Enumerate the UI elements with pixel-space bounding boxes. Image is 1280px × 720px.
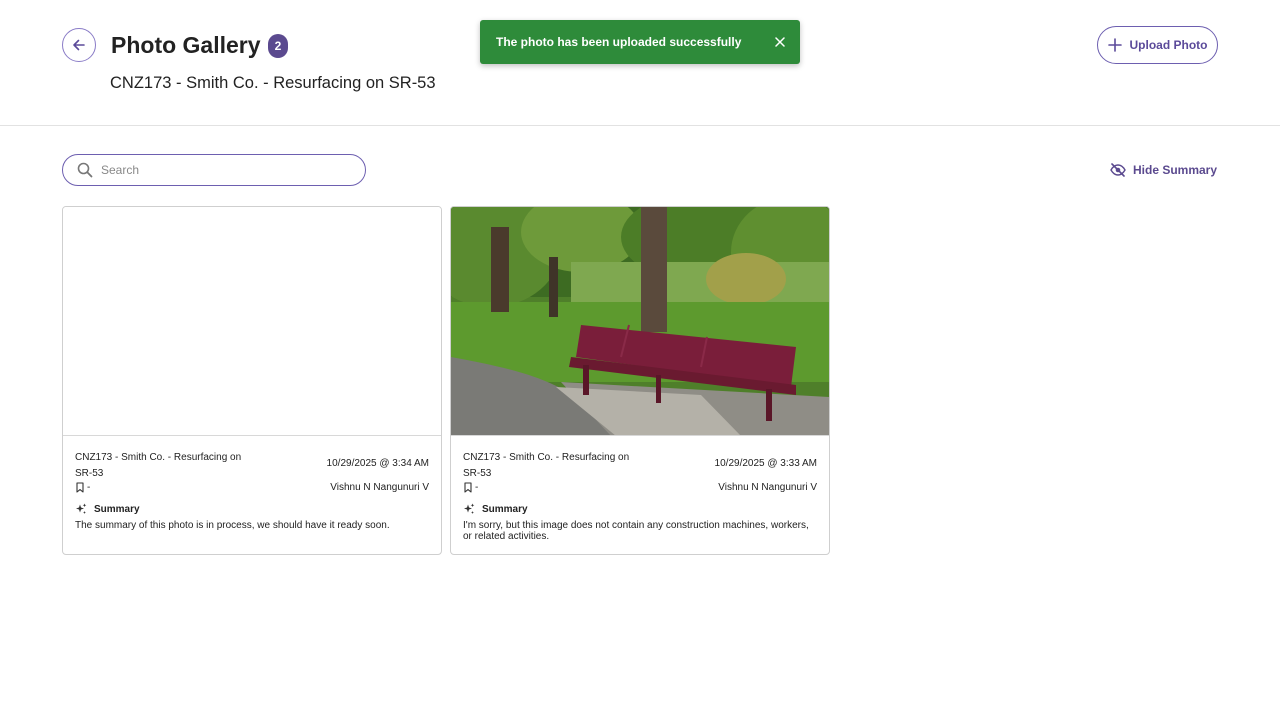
card-project-name: CNZ173 - Smith Co. - Resurfacing on SR-5… (75, 452, 242, 479)
card-author: Vishnu N Nangunuri V (330, 482, 429, 493)
eye-off-icon (1110, 163, 1126, 177)
back-button[interactable] (62, 28, 96, 62)
card-tag-value: - (475, 482, 479, 493)
search-icon (77, 162, 93, 178)
hide-summary-toggle[interactable]: Hide Summary (1110, 160, 1217, 180)
close-icon (775, 37, 785, 47)
card-author: Vishnu N Nangunuri V (718, 482, 817, 493)
card-tag: - (463, 482, 478, 493)
card-tag: - (75, 482, 90, 493)
toast-message: The photo has been uploaded successfully (496, 35, 742, 49)
card-summary-text: I'm sorry, but this image does not conta… (463, 520, 809, 542)
card-summary-heading: Summary (75, 503, 140, 515)
photo-card[interactable]: CNZ173 - Smith Co. - Resurfacing on SR-5… (62, 206, 442, 555)
park-bench-photo-art (451, 207, 829, 435)
sparkle-icon (76, 503, 87, 514)
card-datetime: 10/29/2025 @ 3:34 AM (326, 458, 429, 469)
project-subtitle: CNZ173 - Smith Co. - Resurfacing on SR-5… (110, 74, 436, 92)
bookmark-icon (76, 482, 84, 493)
success-toast: The photo has been uploaded successfully (480, 20, 800, 64)
upload-photo-label: Upload Photo (1129, 38, 1208, 52)
bookmark-icon (464, 482, 472, 493)
search-box[interactable] (62, 154, 366, 186)
sparkle-icon (464, 503, 475, 514)
card-summary-heading: Summary (463, 503, 528, 515)
photo-count-badge: 2 (268, 34, 288, 58)
card-summary-title: Summary (94, 503, 140, 515)
card-tag-value: - (87, 482, 91, 493)
toast-close-button[interactable] (772, 34, 788, 50)
card-summary-title: Summary (482, 503, 528, 515)
photo-placeholder (63, 207, 441, 436)
card-summary-text: The summary of this photo is in process,… (75, 520, 390, 531)
upload-photo-button[interactable]: Upload Photo (1097, 26, 1218, 64)
photo-card[interactable]: CNZ173 - Smith Co. - Resurfacing on SR-5… (450, 206, 830, 555)
search-input[interactable] (101, 163, 341, 177)
page-title: Photo Gallery (111, 32, 261, 58)
card-project-name: CNZ173 - Smith Co. - Resurfacing on SR-5… (463, 452, 630, 479)
plus-icon (1107, 38, 1122, 52)
park-bench-photo (451, 207, 829, 436)
arrow-left-icon (73, 39, 85, 51)
hide-summary-label: Hide Summary (1133, 163, 1218, 177)
card-datetime: 10/29/2025 @ 3:33 AM (714, 458, 817, 469)
